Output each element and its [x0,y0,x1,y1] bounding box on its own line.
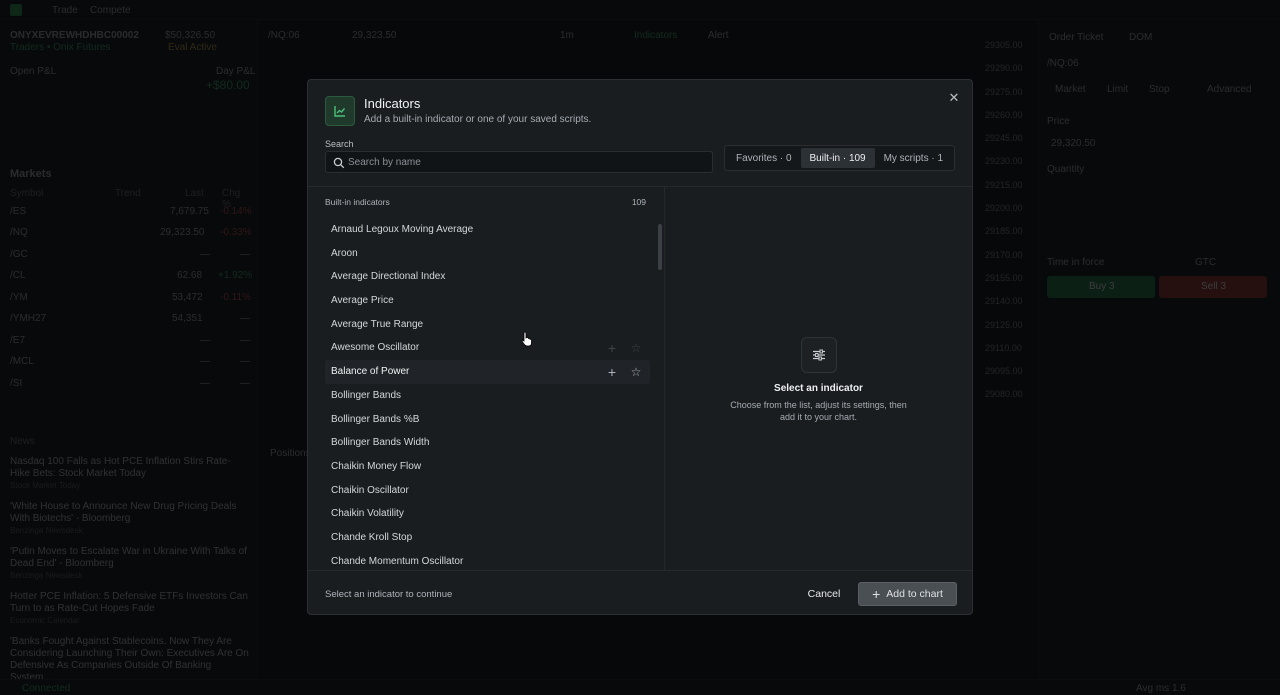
indicator-name: Average True Range [331,318,424,330]
star-icon[interactable]: ☆ [628,364,644,380]
empty-state-description: Choose from the list, adjust its setting… [730,400,907,422]
indicator-list-item[interactable]: Chaikin Volatility [325,502,650,526]
indicator-list: Arnaud Legoux Moving Average Aroon Average… [325,218,650,570]
list-count: 109 [631,197,646,207]
indicator-list-item[interactable]: Chaikin Money Flow [325,455,650,479]
list-header: Built-in indicators 109 [325,197,646,211]
list-scrollbar[interactable] [658,224,662,270]
indicator-name: Bollinger Bands %B [331,413,420,425]
indicator-name: Average Price [331,295,394,307]
indicator-list-item[interactable]: Average Price [325,289,650,313]
indicator-name: Chande Momentum Oscillator [331,555,464,567]
indicator-name: Chande Kroll Stop [331,531,413,543]
indicator-list-item[interactable]: Average Directional Index [325,265,650,289]
indicator-list-item[interactable]: Balance of Power + ☆ [325,360,650,384]
indicator-detail-pane: Select an indicator Choose from the list… [665,187,972,570]
dialog-title: Indicators [364,96,421,111]
empty-state-title: Select an indicator [774,383,863,394]
indicator-list-item[interactable]: Chande Kroll Stop [325,526,650,550]
indicator-name: Average Directional Index [331,271,446,283]
tab-my-scripts[interactable]: My scripts · 1 [875,148,952,168]
indicator-name: Chaikin Volatility [331,508,404,520]
indicator-name: Chaikin Oscillator [331,484,409,496]
indicator-name: Chaikin Money Flow [331,460,422,472]
indicator-name: Bollinger Bands [331,389,402,401]
star-icon[interactable]: ☆ [628,340,644,356]
indicator-list-item[interactable]: Awesome Oscillator + ☆ [325,336,650,360]
indicator-name: Arnaud Legoux Moving Average [331,224,474,235]
indicator-list-item[interactable]: Chaikin Oscillator [325,479,650,503]
indicator-list-item[interactable]: Chande Momentum Oscillator [325,550,650,570]
indicator-list-pane[interactable]: Built-in indicators 109 Arnaud Legoux Mo… [308,187,664,570]
search-icon [333,156,345,174]
indicator-name: Balance of Power [331,366,410,378]
indicator-list-item[interactable]: Bollinger Bands %B [325,408,650,432]
indicator-name: Bollinger Bands Width [331,437,430,449]
footer-divider [308,570,972,571]
add-indicator-icon[interactable]: + [604,364,620,380]
add-to-chart-button[interactable]: + Add to chart [858,582,957,606]
add-to-chart-label: Add to chart [886,588,943,600]
plus-icon: + [872,586,881,602]
close-icon[interactable]: ✕ [946,90,962,106]
indicator-list-item[interactable]: Aroon [325,242,650,266]
tab-built-in[interactable]: Built-in · 109 [800,148,875,168]
indicator-list-item[interactable]: Arnaud Legoux Moving Average [325,218,650,242]
line-chart-icon [325,96,355,126]
cancel-button[interactable]: Cancel [798,582,850,606]
indicator-list-item[interactable]: Bollinger Bands [325,384,650,408]
source-tabs: Favorites · 0 Built-in · 109 My scripts … [724,145,955,171]
sliders-icon [801,337,837,373]
indicators-dialog: Indicators Add a built-in indicator or o… [307,79,973,615]
mouse-cursor-icon [521,331,533,352]
tab-favorites[interactable]: Favorites · 0 [727,148,801,168]
search-input[interactable] [348,154,708,170]
indicator-name: Aroon [331,247,358,259]
add-indicator-icon[interactable]: + [604,340,620,356]
search-field[interactable] [325,151,713,173]
list-header-label: Built-in indicators [325,197,390,207]
indicator-list-item[interactable]: Bollinger Bands Width [325,431,650,455]
indicator-list-item[interactable]: Average True Range [325,313,650,337]
indicator-name: Awesome Oscillator [331,342,420,354]
footer-hint: Select an indicator to continue [325,589,453,600]
search-label: Search [325,139,354,149]
dialog-subtitle: Add a built-in indicator or one of your … [364,114,592,125]
